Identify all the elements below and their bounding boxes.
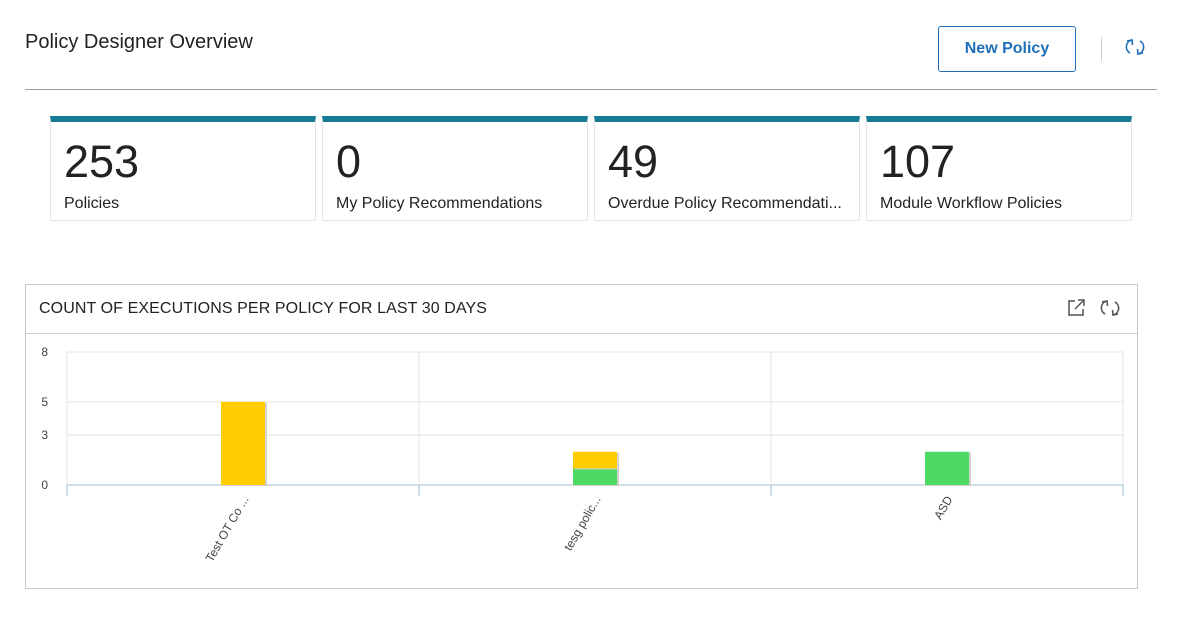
executions-bar-chart: 8 5 3 0 Test OT Co ... tesg polic... ASD <box>41 345 1124 565</box>
executions-chart-widget: COUNT OF EXECUTIONS PER POLICY FOR LAST … <box>25 284 1138 589</box>
header-divider <box>1101 37 1102 61</box>
card-my-policy-recommendations[interactable]: 0 My Policy Recommendations <box>322 116 588 221</box>
bar-segment <box>573 468 617 485</box>
card-value: 49 <box>608 136 659 187</box>
page-header: Policy Designer Overview New Policy <box>25 0 1157 90</box>
page-title: Policy Designer Overview <box>25 31 253 53</box>
card-module-workflow-policies[interactable]: 107 Module Workflow Policies <box>866 116 1132 221</box>
x-tick-label: Test OT Co ... <box>203 494 252 565</box>
refresh-icon[interactable] <box>1099 298 1121 318</box>
summary-cards: 253 Policies 0 My Policy Recommendations… <box>50 116 1132 221</box>
widget-header: COUNT OF EXECUTIONS PER POLICY FOR LAST … <box>26 285 1137 334</box>
card-label: Policies <box>64 195 120 212</box>
bar-segment <box>925 451 969 485</box>
bar-segment <box>221 401 265 485</box>
card-label: Overdue Policy Recommendati... <box>608 195 842 212</box>
widget-title: COUNT OF EXECUTIONS PER POLICY FOR LAST … <box>39 300 488 317</box>
bar-segment <box>573 451 617 469</box>
card-label: My Policy Recommendations <box>336 195 543 212</box>
card-label: Module Workflow Policies <box>880 195 1062 212</box>
card-value: 0 <box>336 136 362 187</box>
y-tick-label: 0 <box>41 478 48 492</box>
x-tick-label: ASD <box>931 493 956 522</box>
popout-icon[interactable] <box>1066 298 1086 318</box>
y-tick-label: 8 <box>41 345 48 359</box>
y-tick-label: 3 <box>41 428 48 442</box>
new-policy-button[interactable]: New Policy <box>938 26 1076 72</box>
card-value: 253 <box>64 136 140 187</box>
card-value: 107 <box>880 136 956 187</box>
card-overdue-policy-recommendations[interactable]: 49 Overdue Policy Recommendati... <box>594 116 860 221</box>
y-tick-label: 5 <box>41 395 48 409</box>
x-tick-label: tesg polic... <box>561 494 603 554</box>
refresh-icon[interactable] <box>1124 37 1146 57</box>
card-policies[interactable]: 253 Policies <box>50 116 316 221</box>
